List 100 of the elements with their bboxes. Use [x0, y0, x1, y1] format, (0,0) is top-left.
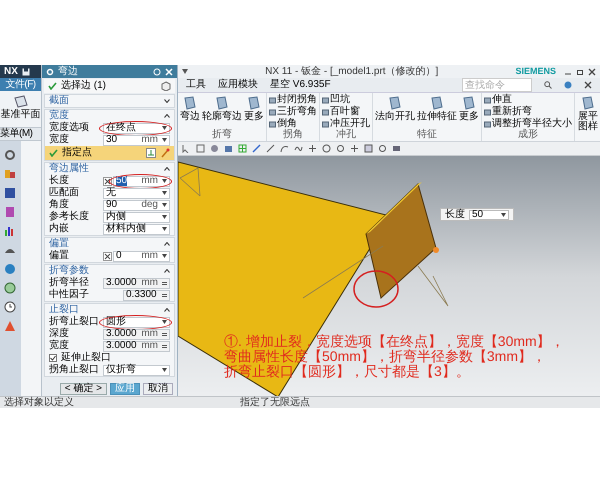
input-field[interactable]: 材料内侧 [103, 224, 170, 234]
plus-icon[interactable] [308, 144, 317, 153]
menu-item[interactable]: 星空 V6.935F [270, 80, 331, 90]
point-type-icon[interactable] [160, 148, 170, 158]
dialog-button[interactable]: < 确定 > [60, 382, 107, 394]
ribbon-button[interactable]: 百叶窗 [322, 106, 370, 118]
sheet-icon [183, 96, 197, 110]
ribbon-button[interactable]: 弯边 [180, 94, 200, 130]
point-dialog-icon[interactable] [146, 148, 156, 158]
ribbon-button[interactable]: 重新折弯 [484, 106, 572, 118]
length-input-field[interactable]: 50 [469, 210, 509, 220]
ribbon-button[interactable]: 法向开孔 [375, 94, 415, 130]
handle-point[interactable] [433, 247, 439, 253]
ribbon-button[interactable]: 更多 [459, 94, 479, 130]
ribbon-button[interactable]: 凹坑 [322, 94, 370, 106]
square-icon[interactable] [196, 144, 205, 153]
field-label: 深度 [49, 329, 70, 339]
field-label: 宽度 [49, 135, 70, 145]
plus-icon[interactable] [350, 144, 359, 153]
dropdown-icon[interactable] [182, 69, 188, 74]
field-label: 折弯半径 [49, 278, 90, 288]
ribbon-button[interactable]: 展平图样 [577, 94, 599, 130]
plane-icon [14, 95, 28, 108]
equals-icon[interactable] [162, 280, 167, 286]
ribbon-button[interactable]: 调整折弯半径大小 [484, 118, 572, 130]
input-field[interactable]: 50 mm [113, 176, 170, 186]
caret-icon[interactable] [501, 212, 506, 216]
field-label: 匹配面 [49, 188, 80, 198]
input-field[interactable]: 在终点 [103, 122, 170, 134]
equals-icon[interactable] [162, 344, 167, 348]
ribbon-button[interactable]: 封闭拐角 [269, 94, 317, 106]
save-icon[interactable] [22, 68, 30, 76]
input-field[interactable]: 仅折弯 [103, 364, 170, 376]
caret-icon[interactable] [162, 126, 167, 130]
file-menu-button[interactable]: 文件(F) [0, 78, 41, 91]
section-header[interactable]: 折弯参数 [45, 265, 174, 277]
window-icon[interactable] [364, 144, 373, 153]
ribbon-button[interactable]: 更多 [244, 94, 264, 130]
caret-icon[interactable] [162, 138, 167, 142]
assembly-icon[interactable] [4, 168, 16, 180]
ribbon-button[interactable]: 倒角 [269, 118, 317, 130]
input-field[interactable]: 圆形 [103, 316, 170, 328]
section-header[interactable]: 宽度 [45, 110, 174, 122]
caret-icon[interactable] [162, 254, 167, 258]
ribbon-button[interactable]: 冲压开孔 [322, 118, 370, 130]
app-logo: NX [4, 66, 18, 76]
input-field[interactable]: 3.0000 mm [103, 340, 170, 352]
section-header[interactable]: 偏置 [45, 238, 174, 250]
sphere-icon[interactable] [210, 144, 219, 153]
close-icon[interactable] [584, 81, 592, 89]
section-header[interactable]: 止裂口 [45, 304, 174, 316]
caret-icon[interactable] [162, 215, 167, 219]
ribbon-button[interactable]: 伸直 [484, 94, 572, 106]
datum-plane-button[interactable]: 基准平面 [0, 91, 41, 127]
ribbon-group-label: 冲孔 [335, 130, 357, 141]
equals-icon[interactable] [162, 332, 167, 336]
section-header[interactable]: 弯边属性 [45, 163, 174, 175]
caret-icon[interactable] [162, 203, 167, 207]
clock-icon[interactable] [4, 301, 16, 313]
section-header[interactable]: 截面 [45, 95, 174, 107]
sheet-icon [247, 96, 261, 110]
input-field[interactable]: 90 deg [103, 200, 170, 210]
checkbox[interactable] [49, 354, 57, 362]
ribbon-button[interactable]: 轮廓弯边 [202, 94, 242, 130]
sheet-icon [581, 96, 595, 110]
menu-item[interactable]: 应用模块 [218, 80, 258, 90]
layer-icon[interactable] [392, 144, 401, 153]
menu-item[interactable]: 工具 [186, 80, 206, 90]
input-field[interactable]: 3.0000 mm [103, 278, 170, 288]
search-field[interactable]: 查找命令 [462, 78, 532, 92]
caret-icon[interactable] [162, 227, 167, 231]
caret-icon[interactable] [162, 191, 167, 195]
caret-icon[interactable] [162, 368, 167, 372]
input-field[interactable]: 内侧 [103, 212, 170, 222]
search-icon[interactable] [544, 81, 552, 89]
circle-icon[interactable] [336, 144, 345, 153]
menu-button[interactable]: 菜单(M) [0, 127, 41, 141]
palette-icon[interactable] [4, 320, 16, 332]
ribbon-button[interactable]: 三折弯角 [269, 106, 317, 118]
close-icon[interactable] [588, 68, 596, 76]
line-icon[interactable] [252, 144, 261, 153]
curve-icon[interactable] [280, 144, 289, 153]
spline-icon[interactable] [294, 144, 303, 153]
line-icon[interactable] [266, 144, 275, 153]
input-field[interactable]: 无 [103, 188, 170, 198]
caret-icon[interactable] [162, 320, 167, 324]
circle-icon[interactable] [322, 144, 331, 153]
input-field[interactable]: 30 mm [103, 134, 170, 146]
ribbon-button[interactable]: 拉伸特征 [417, 94, 457, 130]
caret-icon[interactable] [162, 179, 167, 183]
grid-icon[interactable] [238, 144, 247, 153]
restore-icon[interactable] [576, 68, 584, 76]
sheet-icon [388, 96, 402, 110]
field-label: 角度 [49, 200, 70, 210]
input-field[interactable]: 0.3300 [123, 290, 170, 300]
equals-icon[interactable] [162, 292, 167, 298]
input-field[interactable]: 3.0000 mm [103, 328, 170, 340]
input-field[interactable]: 0 mm [113, 250, 170, 262]
dialog-button[interactable]: 取消 [143, 382, 173, 394]
checkbox-label: 延伸止裂口 [61, 353, 111, 363]
